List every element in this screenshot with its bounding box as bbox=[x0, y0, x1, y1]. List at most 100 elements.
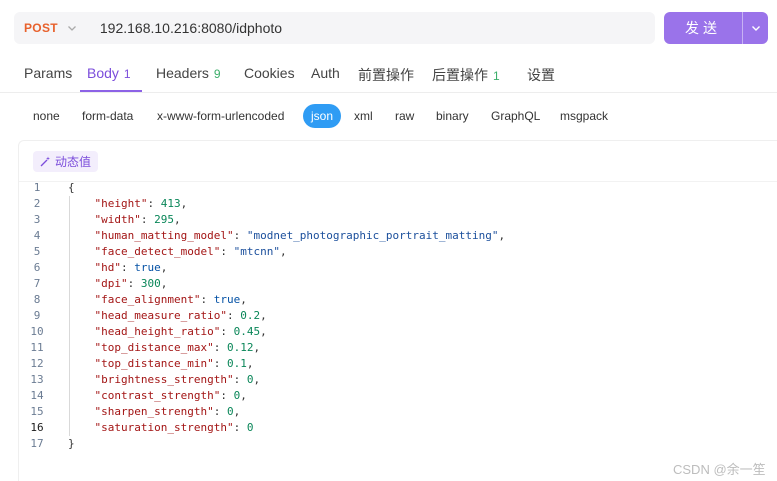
method-selector[interactable]: POST bbox=[24, 21, 58, 35]
body-type-graphql[interactable]: GraphQL bbox=[483, 104, 548, 128]
url-input[interactable] bbox=[99, 20, 620, 36]
line-number: 8 bbox=[33, 293, 41, 306]
code-text: "height": 413, bbox=[68, 196, 188, 212]
line-number: 5 bbox=[33, 245, 41, 258]
json-comma: , bbox=[233, 405, 241, 418]
tab-badge: 1 bbox=[123, 67, 131, 81]
body-type-msgpack[interactable]: msgpack bbox=[552, 104, 616, 128]
tab-post-processors[interactable]: 后置操作 1 bbox=[432, 65, 500, 85]
line-number: 14 bbox=[30, 389, 44, 402]
json-colon: : bbox=[233, 373, 247, 386]
send-options-button[interactable] bbox=[743, 22, 768, 34]
send-button[interactable]: 发送 bbox=[664, 18, 742, 38]
send-button-group: 发送 bbox=[664, 12, 768, 44]
tab-label: 后置操作 bbox=[432, 67, 488, 83]
json-value: true bbox=[213, 293, 241, 306]
json-value: 0.1 bbox=[226, 357, 247, 370]
code-text: "contrast_strength": 0, bbox=[68, 388, 247, 404]
code-text: "face_detect_model": "mtcnn", bbox=[68, 244, 287, 260]
body-type-json[interactable]: json bbox=[303, 104, 342, 128]
json-colon: : bbox=[220, 325, 234, 338]
body-type-binary[interactable]: binary bbox=[428, 104, 477, 128]
json-colon: : bbox=[213, 357, 227, 370]
json-key: "dpi" bbox=[94, 277, 128, 290]
tab-label: Body bbox=[87, 65, 119, 81]
tab-cookies[interactable]: Cookies bbox=[244, 65, 295, 81]
json-colon: : bbox=[200, 293, 214, 306]
tab-badge: 1 bbox=[493, 69, 500, 83]
code-text: "head_measure_ratio": 0.2, bbox=[68, 308, 267, 324]
json-key: "head_height_ratio" bbox=[94, 325, 221, 338]
json-key: "face_alignment" bbox=[94, 293, 201, 306]
json-value: true bbox=[134, 261, 161, 274]
code-text: "human_matting_model": "modnet_photograp… bbox=[68, 228, 506, 244]
tab-label: Auth bbox=[311, 65, 340, 81]
json-key: "face_detect_model" bbox=[94, 245, 221, 258]
json-comma: , bbox=[498, 229, 506, 242]
code-text: "face_alignment": true, bbox=[68, 292, 247, 308]
code-text: } bbox=[68, 436, 75, 452]
json-value: "modnet_photographic_portrait_matting" bbox=[246, 229, 499, 242]
tab-badge: 9 bbox=[213, 67, 221, 81]
json-comma: , bbox=[260, 325, 267, 338]
active-tab-indicator bbox=[80, 90, 142, 92]
line-number: 2 bbox=[33, 197, 41, 210]
tab-headers[interactable]: Headers 9 bbox=[156, 65, 221, 81]
json-value: 0 bbox=[226, 405, 234, 418]
json-comma: , bbox=[173, 213, 181, 226]
line-number: 7 bbox=[33, 277, 41, 290]
json-comma: , bbox=[160, 261, 168, 274]
json-brace: { bbox=[68, 181, 75, 194]
code-text: "dpi": 300, bbox=[68, 276, 168, 292]
json-colon: : bbox=[226, 309, 241, 322]
body-type-xml[interactable]: xml bbox=[346, 104, 381, 128]
json-colon: : bbox=[147, 197, 161, 210]
chevron-down-icon[interactable] bbox=[66, 22, 78, 34]
json-colon: : bbox=[213, 341, 227, 354]
json-colon: : bbox=[220, 389, 234, 402]
json-comma: , bbox=[260, 309, 267, 322]
line-number: 4 bbox=[33, 229, 41, 242]
line-number: 10 bbox=[30, 325, 44, 338]
json-key: "saturation_strength" bbox=[94, 421, 234, 434]
body-type-none[interactable]: none bbox=[25, 104, 68, 128]
json-value: 300 bbox=[140, 277, 161, 290]
dynamic-value-button[interactable]: 动态值 bbox=[33, 151, 99, 172]
body-type-urlencoded[interactable]: x-www-form-urlencoded bbox=[149, 104, 292, 128]
tab-settings[interactable]: 设置 bbox=[527, 65, 555, 85]
magic-wand-icon bbox=[40, 156, 50, 167]
body-type-form-data[interactable]: form-data bbox=[74, 104, 141, 128]
json-key: "hd" bbox=[94, 261, 122, 274]
json-key: "height" bbox=[94, 197, 148, 210]
code-text: "width": 295, bbox=[68, 212, 181, 228]
json-value: 0 bbox=[246, 421, 254, 434]
code-text: "head_height_ratio": 0.45, bbox=[68, 324, 267, 340]
json-comma: , bbox=[240, 293, 247, 306]
json-value: 0.2 bbox=[240, 309, 261, 322]
chevron-down-icon bbox=[751, 26, 760, 31]
tab-params[interactable]: Params bbox=[24, 65, 72, 81]
json-value: 413 bbox=[160, 197, 181, 210]
tab-body[interactable]: Body 1 bbox=[87, 65, 131, 81]
line-number: 9 bbox=[33, 309, 41, 322]
tab-pre-processors[interactable]: 前置操作 bbox=[358, 65, 414, 85]
request-tabs: Params Body 1 Headers 9 Cookies Auth 前置操作 … bbox=[0, 52, 777, 93]
json-colon: : bbox=[233, 421, 247, 434]
json-key: "top_distance_min" bbox=[94, 357, 214, 370]
body-type-raw[interactable]: raw bbox=[387, 104, 422, 128]
line-number: 3 bbox=[33, 213, 41, 226]
line-number: 6 bbox=[33, 261, 41, 274]
code-text: "top_distance_min": 0.1, bbox=[68, 356, 254, 372]
tab-auth[interactable]: Auth bbox=[311, 65, 340, 81]
code-text: "hd": true, bbox=[68, 260, 168, 276]
json-key: "sharpen_strength" bbox=[94, 405, 214, 418]
json-colon: : bbox=[220, 245, 234, 258]
